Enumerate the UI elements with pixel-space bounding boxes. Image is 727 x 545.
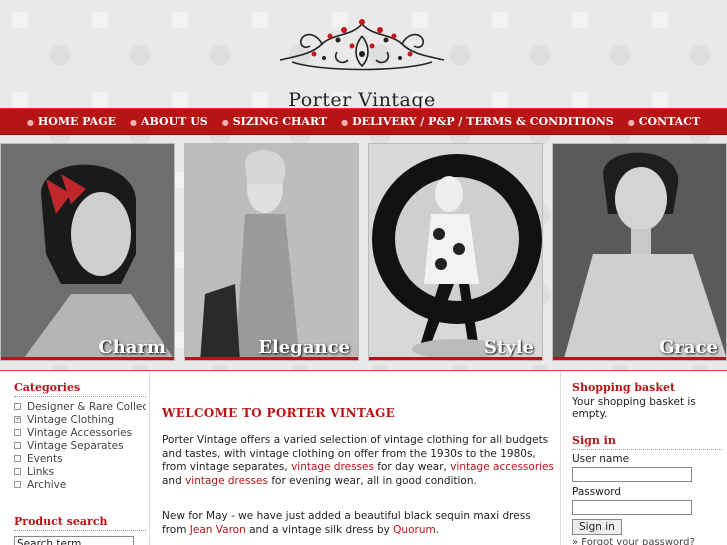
nav-sizing[interactable]: ● SIZING CHART	[215, 115, 334, 128]
content-area: Categories Designer & Rare Collection + V…	[0, 370, 727, 545]
signin-heading: Sign in	[572, 434, 722, 450]
intro-paragraph: Porter Vintage offers a varied selection…	[162, 434, 554, 488]
main-content: WELCOME TO PORTER VINTAGE Porter Vintage…	[150, 371, 560, 545]
category-label: Events	[27, 452, 63, 465]
portrait-elegance-image	[185, 144, 358, 360]
box-icon	[14, 455, 21, 462]
username-label: User name	[572, 453, 630, 465]
category-item[interactable]: Vintage Accessories	[14, 426, 146, 439]
category-item[interactable]: Vintage Separates	[14, 439, 146, 452]
category-item[interactable]: Archive	[14, 478, 146, 491]
category-list: Designer & Rare Collection + Vintage Clot…	[14, 400, 146, 491]
text-span: for day wear,	[373, 461, 451, 473]
portrait-style-image	[369, 144, 542, 360]
nav-label: DELIVERY / P&P / TERMS & CONDITIONS	[352, 115, 614, 128]
hero-label: Style	[483, 337, 534, 358]
category-item[interactable]: Designer & Rare Collection	[14, 400, 146, 413]
link-vintage-dresses-day[interactable]: vintage dresses	[291, 461, 374, 473]
nav-delivery[interactable]: ● DELIVERY / P&P / TERMS & CONDITIONS	[334, 115, 621, 128]
nav-label: SIZING CHART	[232, 115, 328, 128]
password-field[interactable]	[572, 500, 692, 515]
product-search-heading: Product search	[14, 515, 146, 531]
main-nav: ● HOME PAGE ● ABOUT US ● SIZING CHART ● DELI…	[0, 108, 727, 135]
hero-panel-charm[interactable]: Charm	[0, 143, 175, 361]
box-icon	[14, 429, 21, 436]
category-label: Archive	[27, 478, 67, 491]
link-vintage-dresses-evening[interactable]: vintage dresses	[185, 475, 268, 487]
search-input[interactable]	[14, 536, 134, 545]
box-icon	[14, 403, 21, 410]
portrait-charm-image	[1, 144, 174, 360]
text-span: for evening wear, all in good condition.	[267, 474, 477, 487]
hero-panel-style[interactable]: Style	[368, 143, 543, 361]
site-header: Porter Vintage	[0, 0, 727, 111]
nav-bullet-icon: ●	[26, 116, 34, 127]
basket-heading: Shopping basket	[572, 381, 676, 394]
category-label: Vintage Accessories	[27, 426, 133, 439]
text-span: and	[162, 474, 186, 487]
panel-accent-bar	[369, 357, 542, 360]
nav-bullet-icon: ●	[130, 116, 137, 127]
hero-strip: Charm Elegance Style Grace	[0, 143, 727, 361]
page-title: WELCOME TO PORTER VINTAGE	[162, 406, 396, 420]
category-item[interactable]: Links	[14, 465, 146, 478]
left-sidebar: Categories Designer & Rare Collection + V…	[0, 371, 150, 545]
text-span: .	[435, 523, 440, 536]
nav-bullet-icon: ●	[221, 116, 229, 127]
link-vintage-accessories[interactable]: vintage accessories	[450, 461, 554, 473]
username-field[interactable]	[572, 467, 692, 482]
box-icon	[14, 468, 21, 475]
nav-bullet-icon: ●	[627, 116, 635, 127]
nav-label: HOME PAGE	[37, 115, 116, 128]
hero-label: Charm	[98, 337, 166, 358]
text-span: and a vintage silk dress by	[245, 523, 394, 536]
plus-box-icon: +	[14, 415, 21, 423]
nav-home[interactable]: ● HOME PAGE	[20, 115, 123, 128]
category-item[interactable]: Events	[14, 452, 146, 465]
signin-button[interactable]: Sign in	[572, 519, 622, 535]
link-jean-varon[interactable]: Jean Varon	[190, 524, 246, 536]
nav-label: ABOUT US	[140, 115, 208, 128]
category-label: Vintage Separates	[27, 439, 124, 452]
hero-panel-grace[interactable]: Grace	[552, 143, 727, 361]
hero-label: Elegance	[258, 337, 350, 358]
forgot-password-link[interactable]: » Forgot your password?	[572, 537, 722, 545]
nav-about[interactable]: ● ABOUT US	[123, 115, 215, 128]
category-label: Links	[27, 465, 54, 478]
box-icon	[14, 442, 21, 449]
box-icon	[14, 481, 21, 488]
panel-accent-bar	[553, 357, 726, 360]
nav-bullet-icon: ●	[341, 116, 349, 127]
ornament-icon	[279, 19, 445, 71]
nav-contact[interactable]: ● CONTACT	[621, 115, 707, 128]
basket-status: Your shopping basket is empty.	[572, 396, 696, 420]
portrait-grace-image	[553, 144, 726, 360]
category-label: Designer & Rare Collection	[27, 400, 146, 413]
panel-accent-bar	[1, 357, 174, 360]
logo[interactable]: Porter Vintage	[262, 16, 462, 111]
hero-panel-elegance[interactable]: Elegance	[184, 143, 359, 361]
password-label: Password	[572, 486, 622, 498]
category-item[interactable]: + Vintage Clothing	[14, 413, 146, 426]
news-paragraph: New for May - we have just added a beaut…	[162, 510, 554, 537]
right-sidebar: Shopping basket Your shopping basket is …	[560, 371, 727, 545]
categories-heading: Categories	[14, 381, 146, 397]
panel-accent-bar	[185, 357, 358, 360]
category-label: Vintage Clothing	[27, 413, 115, 426]
nav-label: CONTACT	[638, 115, 701, 128]
link-quorum[interactable]: Quorum	[393, 524, 436, 536]
hero-label: Grace	[659, 337, 718, 358]
